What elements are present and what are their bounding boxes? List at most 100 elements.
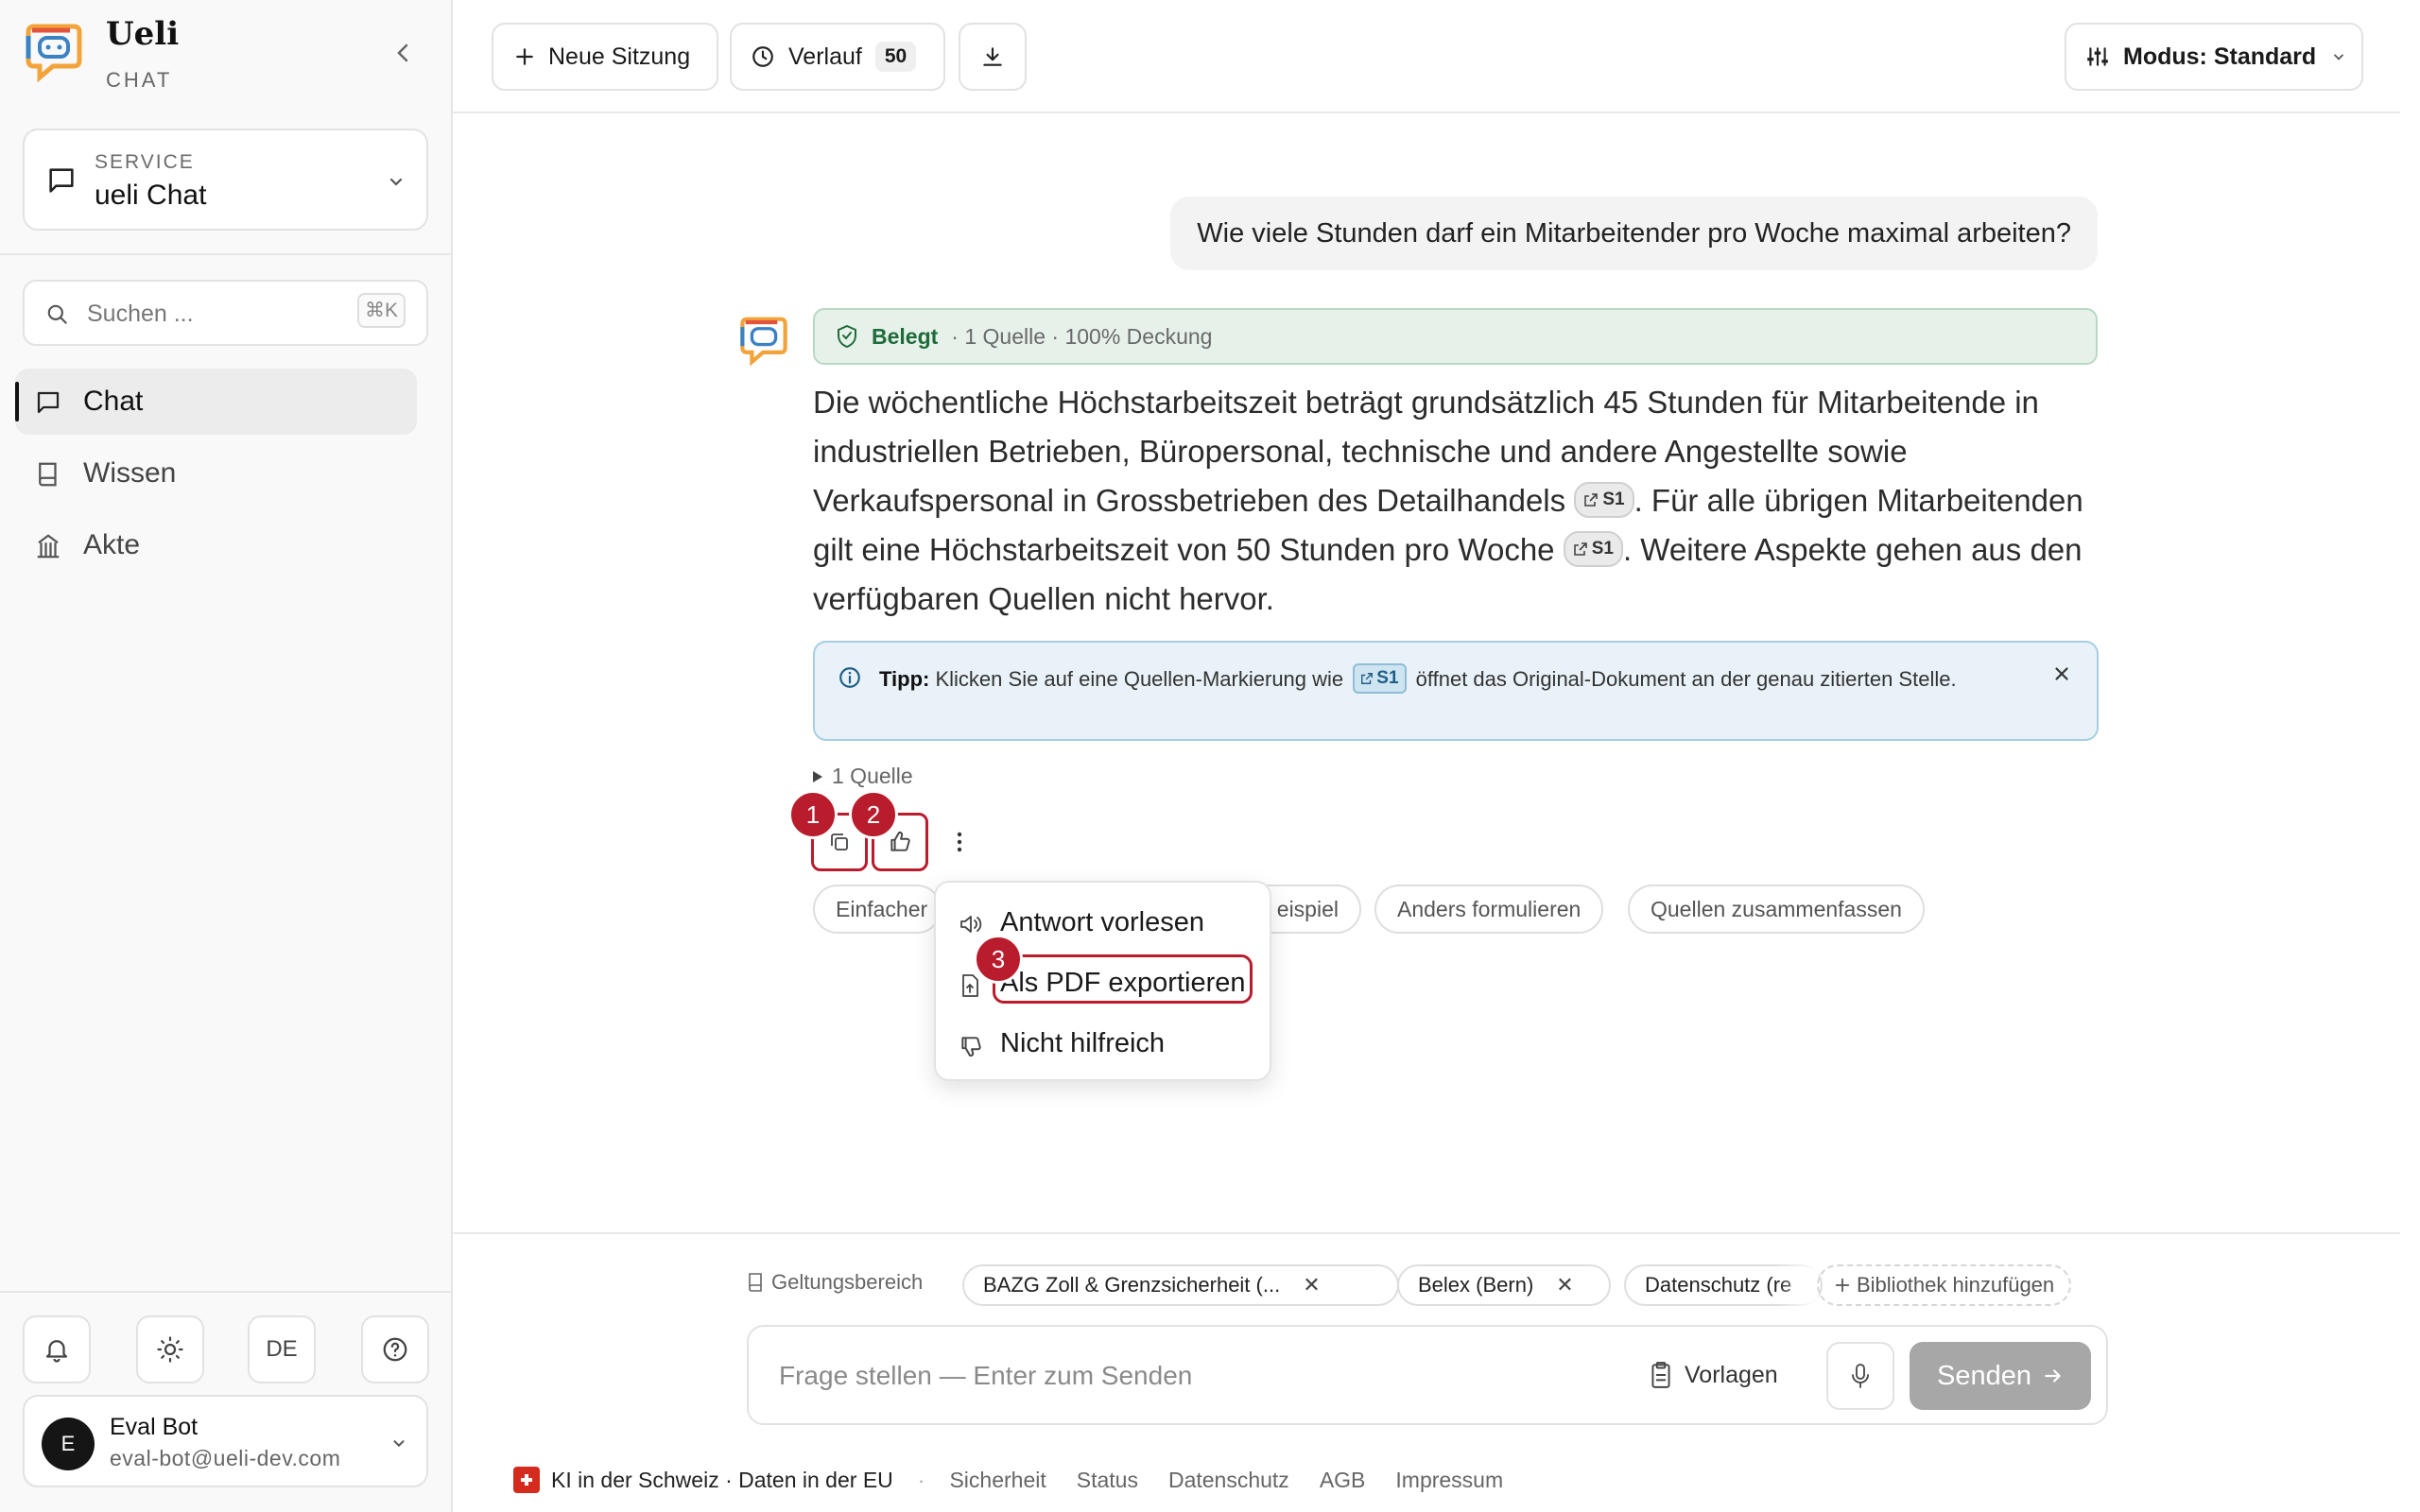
help-button[interactable]	[361, 1315, 429, 1383]
close-icon	[2055, 667, 2068, 680]
footer-link-imprint[interactable]: Impressum	[1395, 1468, 1503, 1493]
scope-chip-label: Datenschutz (re	[1645, 1273, 1792, 1297]
theme-toggle-button[interactable]	[136, 1315, 204, 1383]
ueli-logo-icon	[25, 23, 83, 85]
user-menu[interactable]: E Eval Bot eval-bot@ueli-dev.com	[23, 1395, 428, 1487]
send-button[interactable]: Senden	[1910, 1342, 2091, 1410]
more-vertical-icon	[957, 832, 962, 852]
remove-scope-button[interactable]: ✕	[1556, 1273, 1573, 1297]
sliders-icon	[2087, 47, 2108, 66]
footer-link-status[interactable]: Status	[1077, 1468, 1138, 1493]
more-options-button[interactable]	[949, 826, 970, 858]
footer-link-privacy[interactable]: Datenschutz	[1168, 1468, 1289, 1493]
sidebar-item-label: Chat	[83, 386, 144, 417]
download-button[interactable]	[959, 23, 1027, 91]
search-icon	[45, 302, 70, 327]
external-link-icon	[1361, 673, 1374, 685]
shield-check-icon	[838, 324, 856, 349]
plus-icon	[516, 48, 533, 65]
swiss-flag-icon	[513, 1467, 540, 1493]
footer-tagline: KI in der Schweiz · Daten in der EU	[551, 1467, 893, 1492]
suggestion-chip[interactable]: Quellen zusammenfassen	[1628, 885, 1925, 934]
copy-icon	[831, 833, 848, 850]
chat-bubble-icon	[45, 164, 78, 197]
suggestion-chip[interactable]: Anders formulieren	[1374, 885, 1604, 934]
chevron-down-icon	[390, 1435, 407, 1452]
scope-chip: Belex (Bern) ✕	[1397, 1264, 1611, 1306]
sources-toggle[interactable]: 1 Quelle	[811, 764, 913, 789]
book-icon	[749, 1273, 762, 1292]
chevron-down-icon	[2334, 54, 2344, 60]
step-marker: 1	[788, 790, 838, 839]
avatar: E	[42, 1418, 95, 1470]
remove-scope-button[interactable]: ✕	[1303, 1273, 1320, 1297]
bell-icon	[45, 1340, 68, 1363]
sun-icon	[157, 1336, 183, 1363]
microphone-button[interactable]	[1826, 1342, 1894, 1410]
topbar-divider	[453, 112, 2400, 113]
collapse-sidebar-button[interactable]	[388, 38, 418, 68]
citation-chip[interactable]: S1	[1563, 531, 1623, 568]
menu-item-not-helpful[interactable]: Nicht hilfreich	[936, 1015, 1271, 1072]
status-meta: · 1 Quelle · 100% Deckung	[951, 323, 1213, 349]
step-marker: 2	[849, 790, 898, 839]
language-button[interactable]: DE	[248, 1315, 316, 1383]
sidebar-item-label: Wissen	[83, 457, 177, 489]
footer-link-security[interactable]: Sicherheit	[949, 1468, 1046, 1493]
search-input[interactable]: Suchen ... ⌘K	[23, 280, 428, 346]
search-placeholder: Suchen ...	[87, 301, 194, 327]
history-count-badge: 50	[874, 42, 917, 72]
citation-label: S1	[1602, 490, 1625, 510]
history-button[interactable]: Verlauf 50	[730, 23, 945, 91]
assistant-avatar-icon	[739, 316, 788, 369]
sidebar-divider	[0, 253, 451, 255]
chevron-left-icon	[397, 43, 408, 62]
app-window: Ueli CHAT SERVICE ueli Chat Suchen ... ⌘…	[0, 0, 2420, 1512]
step-marker: 3	[974, 935, 1023, 984]
menu-item-label: Antwort vorlesen	[1000, 906, 1204, 937]
scope-chip-label: BAZG Zoll & Grenzsicherheit (...	[983, 1273, 1281, 1297]
user-name: Eval Bot	[110, 1414, 199, 1440]
new-session-button[interactable]: Neue Sitzung	[492, 23, 718, 91]
active-indicator	[15, 382, 19, 421]
external-link-icon	[1584, 493, 1599, 507]
add-library-label: Bibliothek hinzufügen	[1857, 1273, 2055, 1297]
templates-button[interactable]: Vorlagen	[1649, 1361, 1778, 1389]
footer-link-terms[interactable]: AGB	[1320, 1468, 1366, 1493]
new-session-label: Neue Sitzung	[548, 43, 691, 70]
sidebar: Ueli CHAT SERVICE ueli Chat Suchen ... ⌘…	[0, 0, 453, 1512]
building-icon	[34, 532, 62, 560]
sidebar-item-wissen[interactable]: Wissen	[15, 440, 417, 507]
thumbs-down-icon	[959, 1034, 983, 1058]
citation-chip[interactable]: S1	[1574, 482, 1634, 519]
chat-bubble-icon	[34, 388, 62, 417]
clipboard-icon	[1651, 1362, 1670, 1388]
mode-selector[interactable]: Modus: Standard	[2065, 23, 2363, 91]
tip-bold: Tipp:	[879, 667, 930, 691]
thumbs-up-icon	[890, 832, 910, 851]
suggestion-chip[interactable]: Einfacher	[813, 885, 942, 934]
sources-label: 1 Quelle	[832, 764, 913, 788]
service-value: ueli Chat	[95, 180, 207, 211]
composer-input[interactable]: Frage stellen — Enter zum Senden	[779, 1361, 1192, 1391]
user-message: Wie viele Stunden darf ein Mitarbeitende…	[1170, 197, 2098, 270]
brand-subtitle: CHAT	[106, 68, 173, 92]
sidebar-item-label: Akte	[83, 529, 141, 560]
tip-post: öffnet das Original-Dokument an der gena…	[1415, 667, 1957, 691]
tip-text: Tipp: Klicken Sie auf eine Quellen-Marki…	[879, 663, 1976, 696]
user-email: eval-bot@ueli-dev.com	[110, 1446, 341, 1470]
arrow-right-icon	[2045, 1369, 2061, 1383]
scope-label-text: Geltungsbereich	[771, 1270, 924, 1294]
service-selector[interactable]: SERVICE ueli Chat	[23, 129, 428, 231]
footer: KI in der Schweiz · Daten in der EU · Si…	[513, 1467, 1533, 1493]
sidebar-item-chat[interactable]: Chat	[15, 369, 417, 435]
assistant-answer: Die wöchentliche Höchstarbeitszeit beträ…	[813, 378, 2099, 624]
close-tip-button[interactable]	[2051, 663, 2072, 684]
tip-citation-label: S1	[1376, 668, 1399, 689]
tip-citation-example: S1	[1353, 663, 1407, 695]
templates-label: Vorlagen	[1685, 1361, 1778, 1388]
evidence-status-banner: Belegt · 1 Quelle · 100% Deckung	[813, 308, 2098, 365]
notifications-button[interactable]	[23, 1315, 91, 1383]
sidebar-item-akte[interactable]: Akte	[15, 512, 417, 578]
add-library-button[interactable]: Bibliothek hinzufügen	[1817, 1264, 2072, 1306]
